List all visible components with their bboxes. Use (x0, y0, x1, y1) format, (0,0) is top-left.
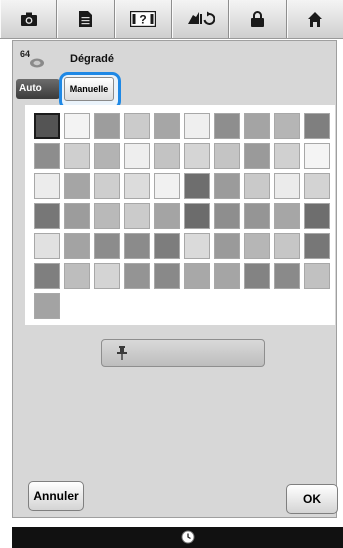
color-swatch[interactable] (184, 173, 210, 199)
page-title: Dégradé (70, 53, 115, 65)
color-swatch[interactable] (274, 143, 300, 169)
color-swatch[interactable] (94, 233, 120, 259)
color-palette-grid (25, 105, 335, 325)
color-swatch[interactable] (64, 233, 90, 259)
color-swatch[interactable] (274, 113, 300, 139)
color-swatch[interactable] (184, 143, 210, 169)
color-swatch[interactable] (124, 203, 150, 229)
thread-change-button[interactable] (171, 0, 230, 38)
color-swatch[interactable] (64, 263, 90, 289)
color-swatch[interactable] (304, 203, 330, 229)
color-swatch[interactable] (184, 113, 210, 139)
color-swatch[interactable] (94, 263, 120, 289)
color-swatch[interactable] (274, 203, 300, 229)
color-swatch[interactable] (34, 203, 60, 229)
document-button[interactable] (57, 0, 115, 38)
color-swatch[interactable] (184, 203, 210, 229)
color-swatch[interactable] (64, 143, 90, 169)
color-swatch[interactable] (64, 203, 90, 229)
status-bar (12, 527, 343, 548)
color-swatch[interactable] (244, 173, 270, 199)
home-button[interactable] (286, 0, 343, 38)
help-button[interactable]: ? (114, 0, 172, 38)
pin-icon (117, 346, 127, 360)
color-swatch[interactable] (34, 143, 60, 169)
color-swatch[interactable] (244, 233, 270, 259)
color-swatch[interactable] (124, 233, 150, 259)
color-swatch[interactable] (94, 203, 120, 229)
lock-icon (251, 11, 265, 27)
color-swatch[interactable] (94, 143, 120, 169)
camera-icon (20, 12, 37, 26)
pattern-number: 64 (20, 49, 31, 59)
help-icon: ? (130, 11, 157, 27)
camera-button[interactable] (0, 0, 58, 38)
auto-mode-button[interactable]: Auto (16, 79, 60, 99)
color-swatch[interactable] (214, 233, 240, 259)
document-icon (79, 11, 93, 27)
lock-button[interactable] (229, 0, 287, 38)
color-swatch[interactable] (304, 233, 330, 259)
color-swatch[interactable] (214, 113, 240, 139)
thread-spool-icon (30, 58, 44, 68)
color-swatch[interactable] (304, 113, 330, 139)
color-swatch[interactable] (274, 173, 300, 199)
color-swatch[interactable] (124, 263, 150, 289)
color-swatch[interactable] (184, 233, 210, 259)
color-swatch[interactable] (304, 143, 330, 169)
color-swatch[interactable] (214, 173, 240, 199)
color-swatch[interactable] (304, 173, 330, 199)
color-swatch[interactable] (214, 203, 240, 229)
color-swatch[interactable] (154, 113, 180, 139)
cancel-button[interactable]: Annuler (28, 481, 84, 511)
color-swatch[interactable] (154, 203, 180, 229)
color-swatch[interactable] (184, 263, 210, 289)
home-icon (308, 11, 323, 27)
color-swatch[interactable] (274, 233, 300, 259)
color-swatch[interactable] (214, 263, 240, 289)
color-swatch[interactable] (274, 263, 300, 289)
color-swatch[interactable] (124, 113, 150, 139)
color-swatch[interactable] (154, 233, 180, 259)
color-swatch[interactable] (244, 203, 270, 229)
pin-field[interactable] (101, 339, 265, 367)
color-swatch[interactable] (34, 233, 60, 259)
color-swatch[interactable] (64, 113, 90, 139)
color-swatch[interactable] (244, 143, 270, 169)
color-swatch[interactable] (214, 143, 240, 169)
top-toolbar: ? (0, 0, 343, 39)
color-swatch[interactable] (154, 143, 180, 169)
color-swatch[interactable] (34, 113, 60, 139)
color-swatch[interactable] (94, 113, 120, 139)
ok-button[interactable]: OK (286, 484, 338, 514)
color-swatch[interactable] (304, 263, 330, 289)
color-swatch[interactable] (34, 293, 60, 319)
manual-mode-button[interactable]: Manuelle (64, 77, 114, 101)
color-swatch[interactable] (154, 173, 180, 199)
color-swatch[interactable] (34, 263, 60, 289)
color-swatch[interactable] (124, 173, 150, 199)
color-swatch[interactable] (244, 263, 270, 289)
help-icon-glyph: ? (140, 13, 147, 27)
color-swatch[interactable] (94, 173, 120, 199)
color-swatch[interactable] (34, 173, 60, 199)
color-swatch[interactable] (244, 113, 270, 139)
color-swatch[interactable] (64, 173, 90, 199)
color-swatch[interactable] (154, 263, 180, 289)
color-swatch[interactable] (124, 143, 150, 169)
clock-icon (181, 530, 195, 544)
thread-change-icon (187, 11, 215, 25)
